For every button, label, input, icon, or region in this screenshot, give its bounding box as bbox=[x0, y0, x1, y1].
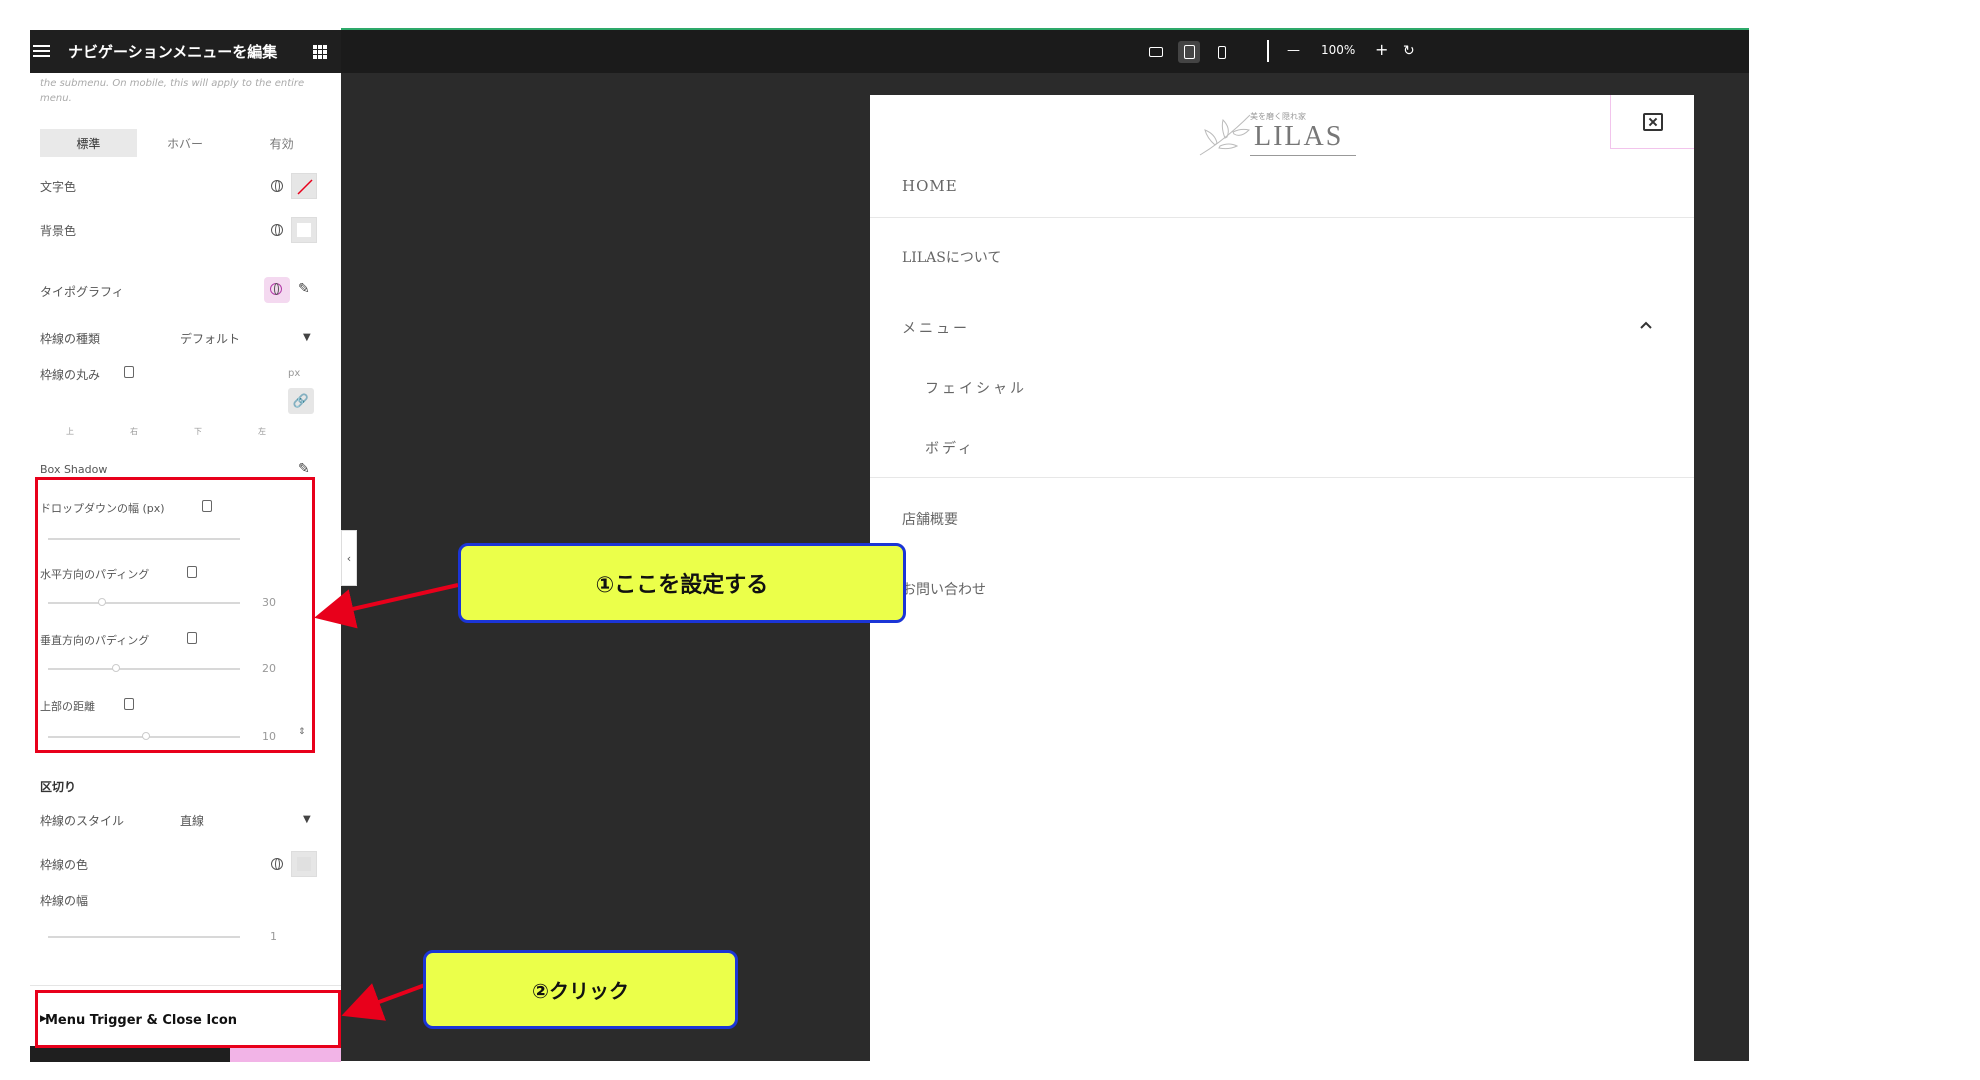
nav-item-store[interactable]: 店舗概要 bbox=[902, 509, 958, 529]
chevron-up-icon[interactable] bbox=[1640, 321, 1652, 329]
unit-select[interactable]: px bbox=[288, 368, 300, 379]
panel-help-note: the submenu. On mobile, this will apply … bbox=[40, 78, 305, 104]
link-values-icon[interactable]: 🔗 bbox=[288, 388, 314, 414]
nav-divider bbox=[870, 477, 1694, 478]
bg-color-label: 背景色 bbox=[40, 224, 77, 238]
section-divider bbox=[30, 985, 341, 986]
border-type-label: 枠線の種類 bbox=[40, 332, 101, 346]
nav-subitem-facial[interactable]: フェイシャル bbox=[925, 378, 1027, 398]
panel-title: ナビゲーションメニューを編集 bbox=[68, 43, 278, 61]
globe-icon bbox=[270, 283, 282, 295]
tab-active[interactable]: 有効 bbox=[233, 129, 330, 157]
globe-icon[interactable] bbox=[271, 224, 283, 236]
logo-text: LILAS bbox=[1254, 121, 1344, 152]
toolbar-divider bbox=[1267, 40, 1269, 62]
nav-item-about[interactable]: LILASについて bbox=[902, 247, 1001, 267]
panel-collapse-button[interactable]: ‹ bbox=[341, 530, 357, 586]
divider-heading: 区切り bbox=[40, 780, 77, 794]
desktop-view-icon[interactable] bbox=[1145, 41, 1167, 63]
leaf-logo-icon bbox=[1199, 114, 1251, 156]
border-width-label: 枠線の幅 bbox=[40, 894, 89, 908]
highlight-box-menu-trigger bbox=[35, 990, 341, 1048]
menu-close-button[interactable] bbox=[1610, 95, 1694, 149]
box-shadow-label: Box Shadow bbox=[40, 463, 108, 476]
border-color-label: 枠線の色 bbox=[40, 858, 89, 872]
reset-zoom-icon[interactable]: ↻ bbox=[1403, 43, 1415, 59]
chevron-down-icon[interactable]: ▼ bbox=[303, 332, 311, 343]
border-style-label: 枠線のスタイル bbox=[40, 814, 125, 828]
text-color-label: 文字色 bbox=[40, 180, 77, 194]
side-bottom-label: 下 bbox=[194, 427, 202, 436]
update-button[interactable] bbox=[230, 1046, 341, 1062]
preview-page: 美を磨く隠れ家 LILAS HOME LILASについて メニュー フェイシャル… bbox=[870, 95, 1694, 1061]
border-color-swatch[interactable] bbox=[291, 851, 317, 877]
screenshot-stage: — 100% + ↻ 美を磨く隠れ家 LILAS HOME LILASについて … bbox=[0, 0, 1980, 1080]
device-tablet-icon[interactable] bbox=[124, 366, 134, 378]
globe-icon[interactable] bbox=[271, 858, 283, 870]
typography-globe-button[interactable] bbox=[264, 277, 290, 303]
edit-pencil-icon[interactable]: ✎ bbox=[298, 282, 312, 296]
side-top-label: 上 bbox=[66, 427, 74, 436]
side-right-label: 右 bbox=[130, 427, 138, 436]
zoom-in-button[interactable]: + bbox=[1375, 40, 1388, 59]
text-color-swatch[interactable] bbox=[291, 173, 317, 199]
tab-normal[interactable]: 標準 bbox=[40, 129, 137, 157]
border-type-select[interactable]: デフォルト bbox=[180, 330, 240, 347]
zoom-level: 100% bbox=[1321, 43, 1356, 57]
globe-icon[interactable] bbox=[271, 180, 283, 192]
chevron-down-icon[interactable]: ▼ bbox=[303, 814, 311, 825]
highlight-box-settings bbox=[35, 477, 315, 753]
widgets-grid-icon[interactable] bbox=[313, 45, 327, 59]
border-width-value[interactable]: 1 bbox=[270, 930, 277, 943]
nav-item-contact[interactable]: お問い合わせ bbox=[902, 579, 986, 599]
site-logo[interactable]: 美を磨く隠れ家 LILAS bbox=[870, 95, 1694, 165]
tablet-view-icon[interactable] bbox=[1178, 41, 1200, 63]
panel-footer bbox=[30, 1046, 341, 1062]
side-left-label: 左 bbox=[258, 427, 266, 436]
callout-step-1: ①ここを設定する bbox=[458, 543, 906, 623]
border-style-select[interactable]: 直線 bbox=[180, 812, 204, 829]
panel-header: ナビゲーションメニューを編集 bbox=[30, 30, 341, 73]
chevron-left-icon: ‹ bbox=[346, 551, 352, 565]
logo-underline bbox=[1250, 155, 1356, 156]
state-tabs: 標準 ホバー 有効 bbox=[40, 129, 330, 157]
no-color-icon bbox=[297, 179, 313, 195]
editor-top-bar: — 100% + ↻ bbox=[341, 30, 1749, 73]
typography-label: タイポグラフィ bbox=[40, 285, 124, 299]
callout-step-2: ②クリック bbox=[423, 950, 738, 1029]
edit-pencil-icon[interactable]: ✎ bbox=[298, 462, 312, 476]
border-radius-label: 枠線の丸み bbox=[40, 368, 101, 382]
close-icon bbox=[1642, 112, 1663, 131]
zoom-out-button[interactable]: — bbox=[1287, 43, 1300, 58]
mobile-view-icon[interactable] bbox=[1211, 41, 1233, 63]
nav-item-menu[interactable]: メニュー bbox=[902, 318, 970, 338]
tab-hover[interactable]: ホバー bbox=[137, 129, 234, 157]
nav-divider bbox=[870, 217, 1694, 218]
nav-subitem-body[interactable]: ボディ bbox=[925, 438, 975, 458]
nav-item-home[interactable]: HOME bbox=[902, 177, 958, 195]
hamburger-icon[interactable] bbox=[33, 45, 50, 58]
border-width-slider[interactable] bbox=[48, 936, 240, 938]
bg-color-swatch[interactable] bbox=[291, 217, 317, 243]
